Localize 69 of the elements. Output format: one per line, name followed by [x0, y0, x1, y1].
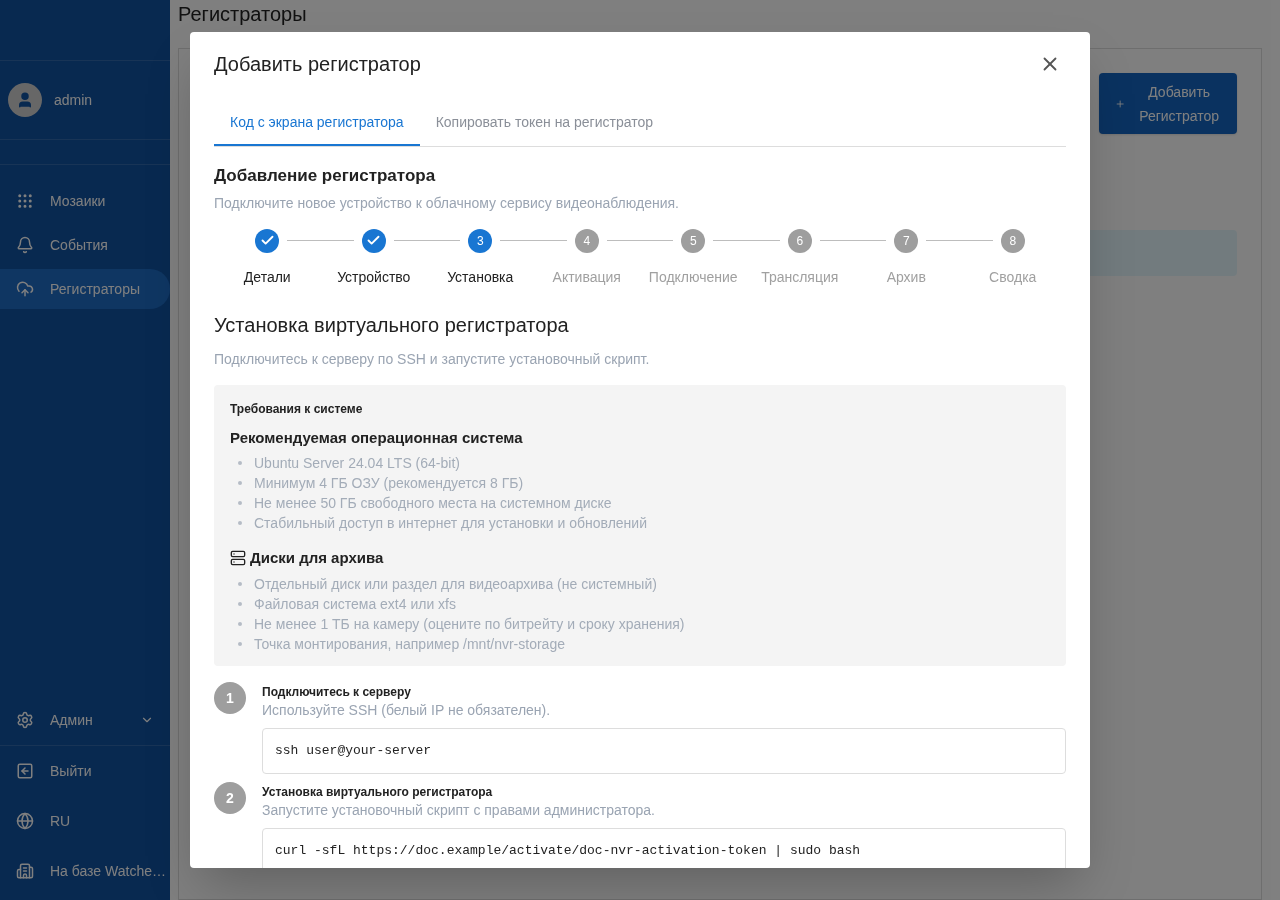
requirement-item: Стабильный доступ в интернет для установки и обновлений	[254, 514, 647, 533]
step-indicator: 7	[894, 228, 919, 253]
nav-item[interactable]: Выйти	[0, 746, 170, 796]
nav-item[interactable]: События	[0, 225, 170, 265]
step-indicator: 5	[681, 228, 706, 253]
step-label: Установка	[447, 267, 514, 287]
nav-icon	[16, 192, 34, 210]
bullet-icon	[238, 621, 242, 626]
instruction-hint: Используйте SSH (белый IP не обязателен).	[262, 700, 552, 720]
dialog-title: Добавить регистратор	[214, 52, 421, 77]
nav-item[interactable]: На базе Watche…	[0, 846, 170, 896]
instruction-title: Подключитесь к серверу	[262, 683, 412, 700]
nav-item[interactable]: RU	[0, 796, 170, 846]
page-title: Регистраторы	[178, 2, 308, 26]
step-label: Детали	[243, 267, 291, 287]
instruction-hint: Запустите установочный скрипт с правами администратора.	[262, 800, 656, 820]
bullet-icon	[238, 601, 242, 606]
step-label: Устройство	[337, 267, 411, 287]
step-indicator: 3	[468, 228, 493, 253]
step-number: 1	[214, 681, 246, 714]
bullet-icon	[238, 501, 242, 505]
code-block: curl -sfL https://doc.example/activate/doc-nvr-activation-token | sudo bash	[262, 827, 1066, 868]
step-label: Активация	[552, 267, 621, 287]
section-subtitle: Подключите новое устройство к облачному сервису видеонаблюдения.	[214, 193, 680, 213]
step-indicator: 6	[787, 228, 812, 253]
group-title: Диски для архива	[250, 548, 384, 568]
code-block: ssh user@your-server	[262, 727, 1066, 774]
step-label: Сводка	[989, 267, 1037, 287]
nav-icon	[16, 280, 34, 298]
nav-icon	[16, 236, 34, 254]
admin-menu[interactable]: Админ	[0, 695, 170, 745]
requirement-item: Точка монтирования, например /mnt/nvr-storage	[254, 634, 565, 654]
bullet-icon	[238, 641, 242, 646]
requirement-item: Отдельный диск или раздел для видеоархива (не системный)	[254, 574, 657, 594]
server-icon	[230, 550, 246, 567]
instruction-title: Установка виртуального регистратора	[262, 783, 494, 800]
step-label: Архив	[886, 267, 926, 287]
settings-icon	[16, 711, 34, 729]
step-number: 2	[214, 781, 246, 814]
tab[interactable]: Копировать токен на регистратор	[419, 100, 670, 146]
check-icon	[259, 233, 275, 248]
nav-item[interactable]: Регистраторы	[0, 269, 170, 309]
check-icon	[366, 233, 382, 248]
user-name: admin	[54, 91, 93, 110]
requirement-item: Ubuntu Server 24.04 LTS (64-bit)	[254, 454, 460, 473]
bullet-icon	[238, 481, 242, 485]
step-indicator: 4	[574, 228, 599, 253]
add-button[interactable]: Добавить Регистратор	[1099, 73, 1237, 134]
step-label: Трансляция	[761, 267, 839, 287]
globe-icon	[16, 812, 34, 830]
building-icon	[16, 862, 34, 880]
step-indicator: 8	[1000, 228, 1025, 253]
requirement-item: Не менее 50 ГБ свободного места на системном диске	[254, 494, 612, 513]
group-title: Рекомендуемая операционная система	[230, 427, 523, 448]
nav-item[interactable]: Мозаики	[0, 181, 170, 221]
requirement-item: Минимум 4 ГБ ОЗУ (рекомендуется 8 ГБ)	[254, 474, 524, 493]
avatar-icon	[8, 83, 42, 117]
bullet-icon	[238, 461, 242, 465]
step-label: Подключение	[648, 267, 738, 287]
bullet-icon	[238, 521, 242, 525]
requirement-item: Не менее 1 ТБ на камеру (оцените по битрейту и сроку хранения)	[254, 614, 685, 634]
install-heading: Установка виртуального регистратора	[214, 312, 570, 338]
bullet-icon	[238, 581, 242, 586]
logout-icon	[16, 762, 34, 780]
requirement-item: Файловая система ext4 или xfs	[254, 594, 456, 614]
requirements-title: Требования к системе	[230, 400, 364, 417]
section-heading: Добавление регистратора	[214, 165, 437, 187]
tab[interactable]: Код с экрана регистратора	[214, 100, 420, 146]
install-hint: Подключитесь к серверу по SSH и запустите установочный скрипт.	[214, 349, 651, 369]
